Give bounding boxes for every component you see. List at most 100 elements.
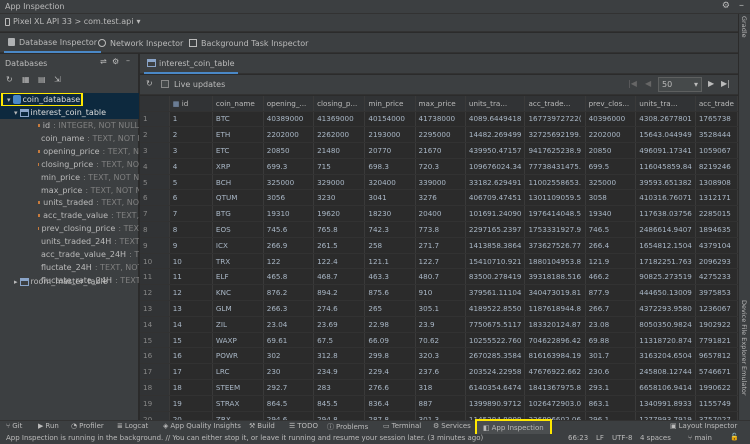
tree-item-column[interactable]: acc_trade_value: TEXT, [0, 209, 139, 222]
table-cell[interactable]: 6140354.6474 [465, 379, 526, 396]
table-cell[interactable]: 122 [263, 253, 315, 270]
table-cell[interactable]: 1894635 [695, 221, 738, 238]
table-cell[interactable]: 14482.269499 [465, 126, 526, 144]
table-cell[interactable]: 7 [169, 205, 213, 223]
table-cell[interactable]: 742.3 [364, 221, 416, 238]
table-cell[interactable]: 274.6 [313, 300, 366, 317]
tab-database-inspector[interactable]: Database Inspector [4, 33, 102, 53]
table-cell[interactable]: 40396000 [585, 111, 637, 128]
table-cell[interactable]: 699.5 [585, 158, 637, 175]
profiler-tool[interactable]: ◔ Profiler [71, 422, 104, 430]
table-cell[interactable]: 9657812 [695, 347, 738, 365]
table-cell[interactable]: 877.9 [585, 284, 637, 302]
table-cell[interactable]: 699.3 [263, 158, 315, 175]
table-cell[interactable]: 746.5 [585, 221, 637, 238]
table-row[interactable]: 15 15 WAXP 69.61 67.5 66.09 70.62 10255522.760 7… [140, 332, 738, 349]
table-cell[interactable]: EOS [212, 221, 264, 238]
table-cell[interactable]: 2670285.3584 [465, 347, 526, 365]
table-cell[interactable]: 2285015 [695, 205, 738, 223]
table-cell[interactable]: 66.09 [364, 332, 416, 349]
table-cell[interactable]: 296.1 [585, 411, 637, 420]
table-row[interactable]: 8 8 EOS 745.6 765.8 742.3 773.8 2297165.2397 175… [140, 221, 738, 238]
table-cell[interactable]: 19310 [263, 205, 315, 223]
table-cell[interactable]: 4275233 [695, 268, 738, 286]
table-cell[interactable]: LRC [212, 363, 264, 381]
table-cell[interactable]: 444650.13009 [635, 284, 696, 302]
table-icon[interactable]: ▦ [22, 75, 30, 84]
table-cell[interactable]: WAXP [212, 332, 264, 349]
tab-network-inspector[interactable]: Network Inspector [94, 33, 187, 53]
table-cell[interactable]: 14 [169, 316, 213, 333]
table-cell[interactable]: 8050350.9824 [635, 316, 696, 333]
table-cell[interactable]: 836.4 [364, 395, 416, 412]
table-cell[interactable]: 3041 [364, 189, 416, 207]
table-row[interactable]: 3 3 ETC 20850 21480 20770 21670 439950.47157 941… [140, 142, 738, 159]
emulator-tool[interactable]: Emulator [740, 366, 748, 396]
table-cell[interactable]: 2262000 [313, 126, 366, 144]
table-cell[interactable]: 121.1 [364, 253, 416, 270]
run-tool[interactable]: ▶ Run [38, 422, 59, 430]
table-row[interactable]: 14 14 ZIL 23.04 23.69 22.98 23.9 7750675.5117 18… [140, 316, 738, 333]
table-cell[interactable]: 13 [169, 300, 213, 317]
table-cell[interactable]: 19340 [585, 205, 637, 223]
table-cell[interactable]: 3757027 [695, 411, 738, 420]
table-cell[interactable]: 465.8 [263, 268, 315, 286]
table-row[interactable]: 20 20 ZRX 294.6 294.8 287.8 301.3 1145384.8808 3… [140, 411, 738, 420]
table-cell[interactable]: 17182251.763 [635, 253, 696, 270]
table-cell[interactable]: 271.7 [415, 237, 466, 254]
table-cell[interactable]: 301.3 [415, 411, 466, 420]
tab-background-task-inspector[interactable]: Background Task Inspector [185, 33, 312, 53]
table-cell[interactable]: 23.69 [313, 316, 366, 333]
table-cell[interactable]: 720.3 [415, 158, 466, 175]
line-separator[interactable]: LF [596, 434, 604, 442]
table-cell[interactable]: 23.08 [585, 316, 637, 333]
table-cell[interactable]: 261.5 [313, 237, 366, 254]
table-cell[interactable]: 887 [415, 395, 466, 412]
table-cell[interactable]: 1059067 [695, 142, 738, 159]
table-row[interactable]: 17 17 LRC 230 234.9 229.4 237.6 203524.22958 476… [140, 363, 738, 381]
table-cell[interactable]: 245808.12744 [635, 363, 696, 381]
table-cell[interactable]: 20770 [364, 142, 416, 159]
table-cell[interactable]: 439950.47157 [465, 142, 526, 159]
refresh-icon[interactable]: ↻ [6, 75, 13, 84]
table-cell[interactable]: ICX [212, 237, 264, 254]
tree-item-column[interactable]: min_price: TEXT, NOT N [0, 171, 139, 184]
table-cell[interactable]: 183320124.87 [524, 316, 586, 333]
table-cell[interactable]: 305.1 [415, 300, 466, 317]
table-cell[interactable]: 302 [263, 347, 315, 365]
table-cell[interactable]: 121.9 [585, 253, 637, 270]
table-cell[interactable]: 410316.76071 [635, 189, 696, 207]
refresh-icon[interactable]: ↻ [146, 79, 153, 88]
table-cell[interactable]: BTG [212, 205, 264, 223]
table-cell[interactable]: 234.9 [313, 363, 366, 381]
table-row[interactable]: 6 6 QTUM 3056 3230 3041 3276 406709.47451 130110… [140, 189, 738, 207]
first-page-icon[interactable]: |◀ [628, 79, 637, 88]
table-cell[interactable]: 266.9 [263, 237, 315, 254]
page-size-select[interactable]: 50 ▾ [658, 77, 702, 92]
table-row[interactable]: 1 1 BTC 40389000 41369000 40154000 41738000 408… [140, 111, 738, 128]
table-cell[interactable]: 4189522.8550 [465, 300, 526, 317]
table-cell[interactable]: 69.61 [263, 332, 315, 349]
tree-item-column[interactable]: fluctate_24H: TEXT, NOT [0, 261, 139, 274]
table-cell[interactable]: 12 [169, 284, 213, 302]
table-cell[interactable]: 6658106.9414 [635, 379, 696, 396]
table-cell[interactable]: 329000 [313, 174, 366, 191]
tree-item-column[interactable]: id: INTEGER, NOT NULL [0, 119, 139, 132]
table-cell[interactable]: 3 [169, 142, 213, 159]
table-cell[interactable]: 704622896.42 [524, 332, 586, 349]
table-cell[interactable]: 83500.278419 [465, 268, 526, 286]
cursor-position[interactable]: 66:23 [568, 434, 588, 442]
table-row[interactable]: 9 9 ICX 266.9 261.5 258 271.7 1413858.3864 37362… [140, 237, 738, 254]
column-header[interactable]: acc_trade... [524, 96, 586, 112]
table-cell[interactable]: 15410710.921 [465, 253, 526, 270]
table-cell[interactable]: 69.88 [585, 332, 637, 349]
prev-page-icon[interactable]: ◀ [645, 79, 651, 88]
table-cell[interactable]: BCH [212, 174, 264, 191]
table-row[interactable]: 12 12 KNC 876.2 894.2 875.6 910 379561.11104 340… [140, 284, 738, 302]
app-quality-insights-tool[interactable]: ◈ App Quality Insights [163, 422, 241, 430]
table-cell[interactable]: 203524.22958 [465, 363, 526, 381]
table-cell[interactable]: 40154000 [364, 111, 416, 128]
table-cell[interactable]: 17 [169, 363, 213, 381]
table-cell[interactable]: 116045859.84 [635, 158, 696, 175]
table-cell[interactable]: 16773972722( [524, 111, 586, 128]
